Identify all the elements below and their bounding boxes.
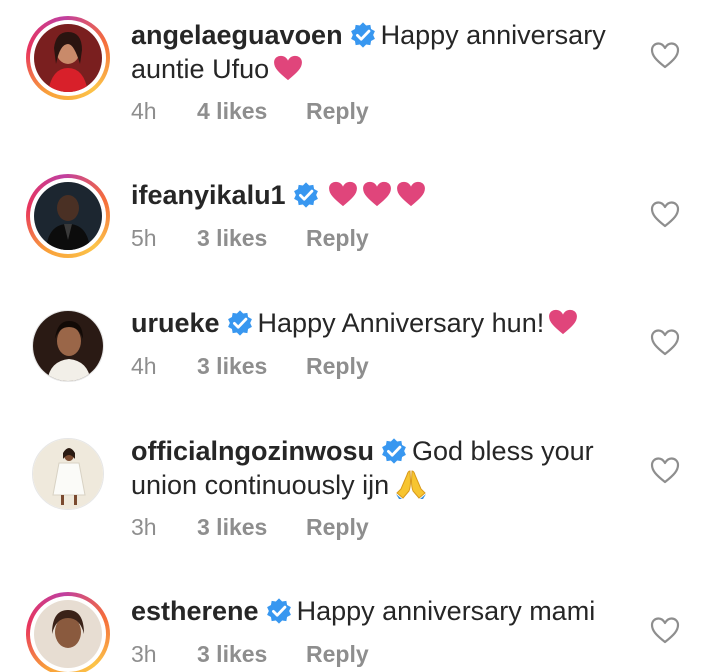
- comment-likes[interactable]: 3 likes: [197, 225, 306, 252]
- heart-emoji-icon: [328, 181, 357, 207]
- comment-body: union continuously ijn: [131, 470, 390, 500]
- heart-emoji-icon: [396, 181, 425, 207]
- heart-outline-icon[interactable]: [650, 200, 680, 228]
- comment-text: angelaeguavoen Happy anniversary auntie U…: [131, 18, 631, 86]
- comment-text: estherene Happy anniversary mami: [131, 594, 631, 628]
- heart-outline-icon[interactable]: [650, 616, 680, 644]
- comment-username[interactable]: urueke: [131, 308, 220, 338]
- avatar-story-ring[interactable]: [26, 592, 110, 672]
- avatar[interactable]: [34, 600, 102, 668]
- comment-likes[interactable]: 3 likes: [197, 353, 306, 380]
- avatar[interactable]: [34, 24, 102, 92]
- avatar-container[interactable]: [26, 432, 110, 516]
- verified-badge-icon: [227, 310, 252, 336]
- folded-hands-emoji-icon: [396, 470, 427, 499]
- reply-button[interactable]: Reply: [306, 98, 369, 125]
- comment-body: Happy Anniversary hun!: [257, 308, 545, 338]
- comment-meta: 3h 3 likes Reply: [131, 641, 369, 668]
- comment-text: urueke Happy Anniversary hun!: [131, 306, 631, 340]
- comment-time: 3h: [131, 641, 157, 667]
- avatar-story-ring[interactable]: [26, 174, 110, 258]
- comment-body: Happy anniversary mami: [296, 596, 596, 626]
- heart-outline-icon[interactable]: [650, 456, 680, 484]
- heart-emoji-icon: [362, 181, 391, 207]
- heart-emoji-icon: [549, 309, 578, 335]
- heart-outline-icon[interactable]: [650, 41, 680, 69]
- comment-time: 3h: [131, 514, 157, 540]
- comment-time: 4h: [131, 98, 157, 124]
- avatar-story-ring[interactable]: [26, 16, 110, 100]
- comment-meta: 4h 4 likes Reply: [131, 98, 369, 125]
- comment-text: ifeanyikalu1: [131, 178, 631, 212]
- comment-username[interactable]: officialngozinwosu: [131, 436, 374, 466]
- heart-outline-icon[interactable]: [650, 328, 680, 356]
- comment-body: auntie Ufuo: [131, 54, 270, 84]
- comment-meta: 3h 3 likes Reply: [131, 514, 369, 541]
- avatar-container[interactable]: [26, 304, 110, 388]
- comment-likes[interactable]: 3 likes: [197, 641, 306, 668]
- avatar[interactable]: [34, 182, 102, 250]
- verified-badge-icon: [350, 22, 375, 48]
- verified-badge-icon: [382, 438, 406, 464]
- avatar[interactable]: [32, 310, 104, 382]
- heart-emoji-icon: [274, 55, 303, 81]
- comment-body: God bless your: [412, 436, 594, 466]
- comment-time: 5h: [131, 225, 157, 251]
- reply-button[interactable]: Reply: [306, 225, 369, 252]
- comment-likes[interactable]: 3 likes: [197, 514, 306, 541]
- avatar[interactable]: [32, 438, 104, 510]
- reply-button[interactable]: Reply: [306, 353, 369, 380]
- comment-body: Happy anniversary: [380, 20, 606, 50]
- comment-username[interactable]: estherene: [131, 596, 259, 626]
- verified-badge-icon: [293, 182, 318, 208]
- verified-badge-icon: [266, 598, 291, 624]
- comment-likes[interactable]: 4 likes: [197, 98, 306, 125]
- comment-meta: 5h 3 likes Reply: [131, 225, 369, 252]
- comment-meta: 4h 3 likes Reply: [131, 353, 369, 380]
- comment-time: 4h: [131, 353, 157, 379]
- comment-username[interactable]: angelaeguavoen: [131, 20, 343, 50]
- comment-text: officialngozinwosu God bless your union c…: [131, 434, 631, 502]
- reply-button[interactable]: Reply: [306, 514, 369, 541]
- comment-username[interactable]: ifeanyikalu1: [131, 180, 286, 210]
- reply-button[interactable]: Reply: [306, 641, 369, 668]
